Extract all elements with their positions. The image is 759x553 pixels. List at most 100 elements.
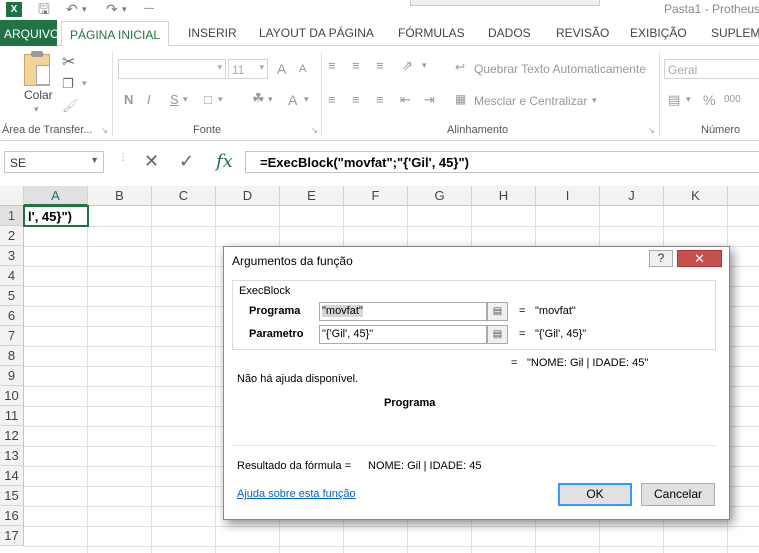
borders-dropdown-icon[interactable]: ▾	[218, 94, 223, 105]
column-header[interactable]: I	[536, 186, 600, 206]
align-middle-icon[interactable]: ≡	[352, 58, 360, 73]
copy-icon[interactable]: ❐	[62, 76, 74, 92]
thousands-button[interactable]: 000	[724, 94, 741, 105]
close-button[interactable]: ✕	[677, 250, 722, 267]
column-header[interactable]: A	[24, 186, 88, 206]
tab-data[interactable]: DADOS	[488, 26, 531, 40]
row-header[interactable]: 14	[0, 466, 24, 486]
merge-center-icon[interactable]: ▦	[455, 92, 466, 106]
column-header[interactable]: K	[664, 186, 728, 206]
tab-view[interactable]: EXIBIÇÃO	[630, 26, 687, 40]
ok-button[interactable]: OK	[558, 483, 632, 506]
italic-button[interactable]: I	[147, 92, 151, 107]
tab-file[interactable]: ARQUIVO	[0, 20, 59, 46]
paste-button-label[interactable]: Colar	[24, 88, 53, 102]
paste-icon[interactable]	[24, 51, 50, 86]
enter-icon[interactable]: ✓	[179, 151, 194, 172]
align-center-icon[interactable]: ≡	[352, 92, 360, 107]
row-header[interactable]: 13	[0, 446, 24, 466]
font-launcher-icon[interactable]: ↘	[311, 126, 318, 135]
help-link[interactable]: Ajuda sobre esta função	[237, 488, 356, 500]
format-painter-icon[interactable]: 🖌	[62, 98, 79, 114]
collapse-dialog-icon[interactable]: ▤	[487, 302, 508, 321]
align-top-icon[interactable]: ≡	[328, 58, 336, 73]
row-header[interactable]: 12	[0, 426, 24, 446]
accounting-dropdown-icon[interactable]: ▾	[686, 94, 691, 105]
font-color-button[interactable]: A	[288, 92, 297, 108]
row-header[interactable]: 2	[0, 226, 24, 246]
tab-formulas[interactable]: FÓRMULAS	[398, 26, 465, 40]
column-header[interactable]: C	[152, 186, 216, 206]
underline-button[interactable]: S	[170, 92, 179, 107]
column-header[interactable]: F	[344, 186, 408, 206]
align-left-icon[interactable]: ≡	[328, 92, 336, 107]
column-header[interactable]: B	[88, 186, 152, 206]
row-header[interactable]: 1	[0, 206, 24, 226]
column-header[interactable]	[728, 186, 759, 206]
redo-dropdown-icon[interactable]: ▾	[122, 0, 127, 18]
row-header[interactable]: 7	[0, 326, 24, 346]
row-header[interactable]: 8	[0, 346, 24, 366]
font-size-select[interactable]: 11 ▾	[228, 59, 268, 79]
orientation-icon[interactable]: ⇗	[402, 58, 413, 74]
row-header[interactable]: 17	[0, 526, 24, 546]
formula-input[interactable]: =ExecBlock("movfat";"{'Gil', 45}")	[245, 151, 759, 173]
bold-button[interactable]: N	[124, 92, 133, 107]
active-cell-a1[interactable]: l', 45}")	[23, 205, 89, 227]
collapse-dialog-icon[interactable]: ▤	[487, 325, 508, 344]
grow-font-button[interactable]: A	[277, 61, 286, 77]
help-button[interactable]: ?	[649, 250, 673, 267]
row-header[interactable]: 15	[0, 486, 24, 506]
tab-page-layout[interactable]: LAYOUT DA PÁGINA	[259, 26, 374, 40]
row-header[interactable]: 4	[0, 266, 24, 286]
font-color-dropdown-icon[interactable]: ▾	[304, 94, 309, 105]
align-bottom-icon[interactable]: ≡	[376, 58, 384, 73]
title-search-box[interactable]	[410, 0, 600, 6]
borders-icon[interactable]: □	[204, 92, 212, 107]
column-header[interactable]: E	[280, 186, 344, 206]
row-header[interactable]: 6	[0, 306, 24, 326]
column-header[interactable]: D	[216, 186, 280, 206]
insert-function-icon[interactable]: fx	[216, 151, 233, 172]
customize-qat-icon[interactable]: ―	[144, 0, 154, 18]
arg-input-parametro[interactable]: "{'Gil', 45}"	[319, 325, 487, 344]
tab-addins[interactable]: SUPLEME	[711, 26, 759, 40]
row-header[interactable]: 11	[0, 406, 24, 426]
fill-color-dropdown-icon[interactable]: ▾	[268, 94, 273, 105]
tab-insert[interactable]: INSERIR	[188, 26, 237, 40]
merge-center-dropdown-icon[interactable]: ▾	[592, 95, 597, 106]
increase-indent-icon[interactable]: ⇥	[424, 92, 435, 108]
column-header[interactable]: H	[472, 186, 536, 206]
cut-icon[interactable]: ✂	[62, 52, 75, 72]
row-header[interactable]: 3	[0, 246, 24, 266]
copy-dropdown-icon[interactable]: ▾	[82, 78, 87, 89]
row-header[interactable]: 5	[0, 286, 24, 306]
align-right-icon[interactable]: ≡	[376, 92, 384, 107]
number-format-select[interactable]: Geral	[664, 59, 759, 79]
orientation-dropdown-icon[interactable]: ▾	[422, 60, 427, 71]
tab-review[interactable]: REVISÃO	[556, 26, 609, 40]
arg-input-programa[interactable]: "movfat"	[319, 302, 487, 321]
fill-color-icon[interactable]: ☘	[252, 90, 265, 107]
merge-center-button[interactable]: Mesclar e Centralizar	[474, 94, 587, 108]
row-header[interactable]: 10	[0, 386, 24, 406]
font-name-select[interactable]: ▾	[118, 59, 226, 79]
shrink-font-button[interactable]: A	[299, 63, 306, 75]
name-box-dropdown-icon[interactable]: ▼	[90, 155, 99, 165]
clipboard-launcher-icon[interactable]: ↘	[101, 126, 108, 135]
row-header[interactable]: 16	[0, 506, 24, 526]
wrap-text-button[interactable]: Quebrar Texto Automaticamente	[474, 62, 646, 76]
underline-dropdown-icon[interactable]: ▾	[183, 94, 188, 105]
alignment-launcher-icon[interactable]: ↘	[648, 126, 655, 135]
undo-icon[interactable]: ↶	[66, 0, 78, 18]
undo-dropdown-icon[interactable]: ▾	[82, 0, 87, 18]
decrease-indent-icon[interactable]: ⇤	[400, 92, 411, 108]
wrap-text-icon[interactable]: ↩	[455, 60, 465, 74]
accounting-format-icon[interactable]: ▤	[668, 92, 680, 108]
paste-dropdown-icon[interactable]: ▾	[34, 104, 39, 115]
column-header[interactable]: G	[408, 186, 472, 206]
save-icon[interactable]: 🖫	[38, 0, 50, 18]
cancel-button[interactable]: Cancelar	[641, 483, 715, 506]
row-header[interactable]: 9	[0, 366, 24, 386]
redo-icon[interactable]: ↷	[106, 0, 118, 18]
